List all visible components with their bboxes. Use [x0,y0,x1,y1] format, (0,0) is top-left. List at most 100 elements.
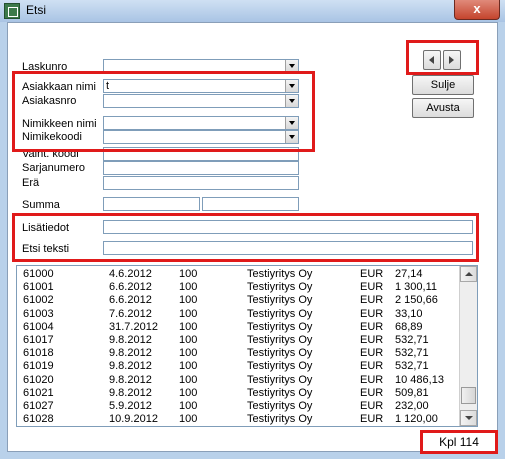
cell-date: 6.6.2012 [109,281,152,294]
results-list[interactable]: 61000 4.6.2012 100 Testiyritys Oy EUR 27,14 61… [16,265,478,427]
table-row[interactable]: 61003 7.6.2012 100 Testiyritys Oy EUR 33,10 [17,307,457,321]
cell-amount: 532,71 [395,360,429,373]
chevron-down-icon[interactable] [285,95,298,107]
scroll-thumb[interactable] [461,387,476,404]
cell-customer: Testiyritys Oy [247,307,313,320]
cell-date: 9.8.2012 [109,360,152,373]
lisatiedot-field[interactable] [103,220,473,234]
cell-amount: 509,81 [395,386,429,399]
cell-currency: EUR [360,334,384,346]
chevron-down-icon[interactable] [285,60,298,72]
cell-code: 100 [179,347,198,360]
table-row[interactable]: 61018 9.8.2012 100 Testiyritys Oy EUR 532,71 [17,346,457,360]
table-row[interactable]: 61000 4.6.2012 100 Testiyritys Oy EUR 27,14 [17,267,457,281]
cell-code: 100 [179,320,198,333]
table-row[interactable]: 61002 6.6.2012 100 Testiyritys Oy EUR 2 150,6… [17,293,457,307]
cell-date: 6.6.2012 [109,294,152,307]
table-row[interactable]: 61004 31.7.2012 100 Testiyritys Oy EUR 68,89 [17,320,457,334]
table-row[interactable]: 61028 10.9.2012 100 Testiyritys Oy EUR 1 120,… [17,412,457,426]
cell-code: 100 [179,413,198,426]
vaiht-koodi-field[interactable] [103,147,299,161]
cell-currency: EUR [360,347,384,360]
chevron-down-icon[interactable] [285,131,298,143]
cell-amount: 1 120,00 [395,413,438,426]
cell-date: 4.6.2012 [109,268,152,280]
close-button[interactable]: x [454,0,500,20]
asiakkaan-nimi-combo[interactable]: t [103,79,299,93]
cell-code: 100 [179,268,198,280]
search-window: Etsi x Laskunro Asiakkaan nimi t Asiakas… [0,0,505,459]
etsi-teksti-label: Etsi teksti [22,243,70,255]
table-row[interactable]: 61019 9.8.2012 100 Testiyritys Oy EUR 532,71 [17,359,457,373]
cell-date: 10.9.2012 [109,413,158,426]
cell-currency: EUR [360,307,384,320]
table-row[interactable]: 61001 6.6.2012 100 Testiyritys Oy EUR 1 300,1… [17,280,457,294]
cell-nro: 61018 [23,347,54,360]
asiakkaan-nimi-value: t [106,80,110,92]
cell-nro: 61028 [23,413,54,426]
laskunro-combo[interactable] [103,59,299,73]
avusta-button[interactable]: Avusta [412,98,474,118]
cell-amount: 1 300,11 [395,281,438,294]
cell-customer: Testiyritys Oy [247,413,313,426]
app-icon [4,3,20,19]
vaiht-koodi-label: Vaiht. koodi [22,148,79,160]
previous-button[interactable] [423,50,441,70]
sarjanumero-field[interactable] [103,161,299,175]
cell-currency: EUR [360,386,384,399]
cell-nro: 61004 [23,320,54,333]
cell-code: 100 [179,334,198,346]
cell-date: 9.8.2012 [109,386,152,399]
summa-from-field[interactable] [103,197,200,211]
table-row[interactable]: 61020 9.8.2012 100 Testiyritys Oy EUR 10 486,… [17,373,457,387]
title-bar[interactable]: Etsi x [0,0,505,22]
era-label: Erä [22,177,40,189]
cell-nro: 61002 [23,294,54,307]
scroll-up-icon[interactable] [460,266,477,282]
cell-nro: 61001 [23,281,54,294]
asiakasnro-label: Asiakasnro [22,95,77,107]
nimikkeen-nimi-label: Nimikkeen nimi [22,118,97,130]
result-count: Kpl 114 [420,430,498,454]
table-row[interactable]: 61027 5.9.2012 100 Testiyritys Oy EUR 232,00 [17,399,457,413]
nimikekoodi-label: Nimikekoodi [22,131,82,143]
scroll-down-icon[interactable] [460,410,477,426]
cell-nro: 61021 [23,386,54,399]
cell-currency: EUR [360,360,384,373]
sulje-button[interactable]: Sulje [412,75,474,95]
cell-code: 100 [179,281,198,294]
cell-currency: EUR [360,294,384,307]
cell-amount: 27,14 [395,268,423,280]
cell-nro: 61027 [23,400,54,412]
cell-nro: 61019 [23,360,54,373]
laskunro-label: Laskunro [22,61,68,73]
cell-customer: Testiyritys Oy [247,386,313,399]
cell-amount: 232,00 [395,400,429,412]
vertical-scrollbar[interactable] [459,266,477,426]
summa-to-field[interactable] [202,197,299,211]
sarjanumero-label: Sarjanumero [22,162,85,174]
cell-code: 100 [179,360,198,373]
cell-code: 100 [179,373,198,386]
cell-date: 9.8.2012 [109,334,152,346]
cell-date: 9.8.2012 [109,373,152,386]
table-row[interactable]: 61017 9.8.2012 100 Testiyritys Oy EUR 532,71 [17,333,457,347]
nimikekoodi-combo[interactable] [103,130,299,144]
cell-customer: Testiyritys Oy [247,294,313,307]
cell-customer: Testiyritys Oy [247,281,313,294]
cell-amount: 532,71 [395,334,429,346]
etsi-teksti-field[interactable] [103,241,473,255]
cell-customer: Testiyritys Oy [247,347,313,360]
chevron-down-icon[interactable] [285,80,298,92]
cell-customer: Testiyritys Oy [247,373,313,386]
era-field[interactable] [103,176,299,190]
cell-amount: 68,89 [395,320,423,333]
next-button[interactable] [443,50,461,70]
table-row[interactable]: 61021 9.8.2012 100 Testiyritys Oy EUR 509,81 [17,386,457,400]
chevron-down-icon[interactable] [285,117,298,129]
nimikkeen-nimi-combo[interactable] [103,116,299,130]
asiakkaan-nimi-label: Asiakkaan nimi [22,81,96,93]
asiakasnro-combo[interactable] [103,94,299,108]
arrow-left-icon [429,56,434,64]
cell-code: 100 [179,307,198,320]
